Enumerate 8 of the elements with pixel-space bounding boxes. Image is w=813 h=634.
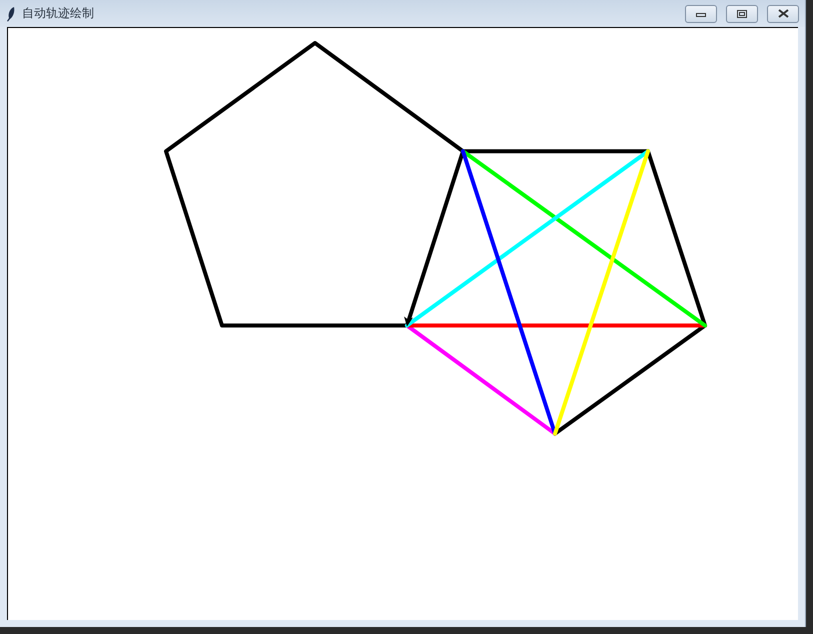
feather-icon	[6, 6, 16, 22]
minimize-icon	[696, 10, 706, 16]
window-title: 自动轨迹绘制	[22, 5, 95, 22]
minimize-button[interactable]	[685, 4, 717, 22]
maximize-icon	[737, 10, 747, 18]
maximize-button[interactable]	[726, 4, 758, 22]
close-icon	[778, 9, 788, 18]
close-button[interactable]	[767, 4, 799, 22]
